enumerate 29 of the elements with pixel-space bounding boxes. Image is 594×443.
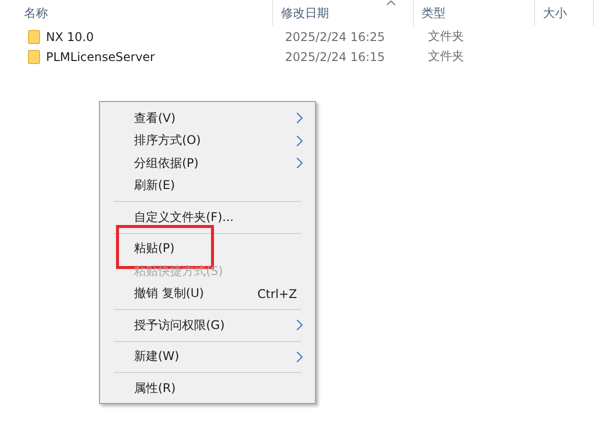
date-modified: 2025/2/24 16:15 (285, 50, 385, 64)
file-type: 文件夹 (428, 29, 464, 43)
menu-item[interactable]: 排序方式(O) (102, 130, 313, 152)
menu-item[interactable]: 新建(W) (102, 346, 313, 368)
column-header[interactable]: 类型 (414, 0, 535, 26)
menu-item[interactable]: 授予访问权限(G) (102, 314, 313, 336)
menu-item[interactable]: 粘贴(P) (102, 238, 313, 260)
chevron-icon (296, 319, 303, 332)
menu-item[interactable]: 自定义文件夹(F)... (102, 206, 313, 228)
menu-item[interactable]: 属性(R) (102, 377, 313, 400)
column-header[interactable]: 名称 (0, 0, 273, 26)
menu-item[interactable]: 查看(V) (102, 107, 313, 130)
menu-item[interactable]: 分组依据(P) (102, 152, 313, 174)
file-type: 文件夹 (428, 49, 464, 63)
column-header[interactable]: 修改日期 (272, 0, 414, 26)
file-name[interactable]: NX 10.0 (46, 30, 94, 44)
folder-icon (28, 30, 40, 44)
chevron-icon (296, 350, 303, 363)
column-header[interactable]: 大小 (534, 0, 594, 26)
file-name[interactable]: PLMLicenseServer (46, 50, 155, 64)
chevron-icon (296, 134, 303, 147)
folder-icon (28, 50, 40, 64)
date-modified: 2025/2/24 16:25 (285, 30, 385, 44)
chevron-icon (296, 157, 303, 170)
shortcut-label: Ctrl+Z (257, 286, 297, 301)
sort-icon (386, 0, 396, 6)
menu-item[interactable]: 刷新(E) (102, 174, 313, 197)
menu-item[interactable]: 撤销 复制(U) Ctrl+Z (102, 282, 313, 305)
chevron-icon (296, 112, 303, 124)
